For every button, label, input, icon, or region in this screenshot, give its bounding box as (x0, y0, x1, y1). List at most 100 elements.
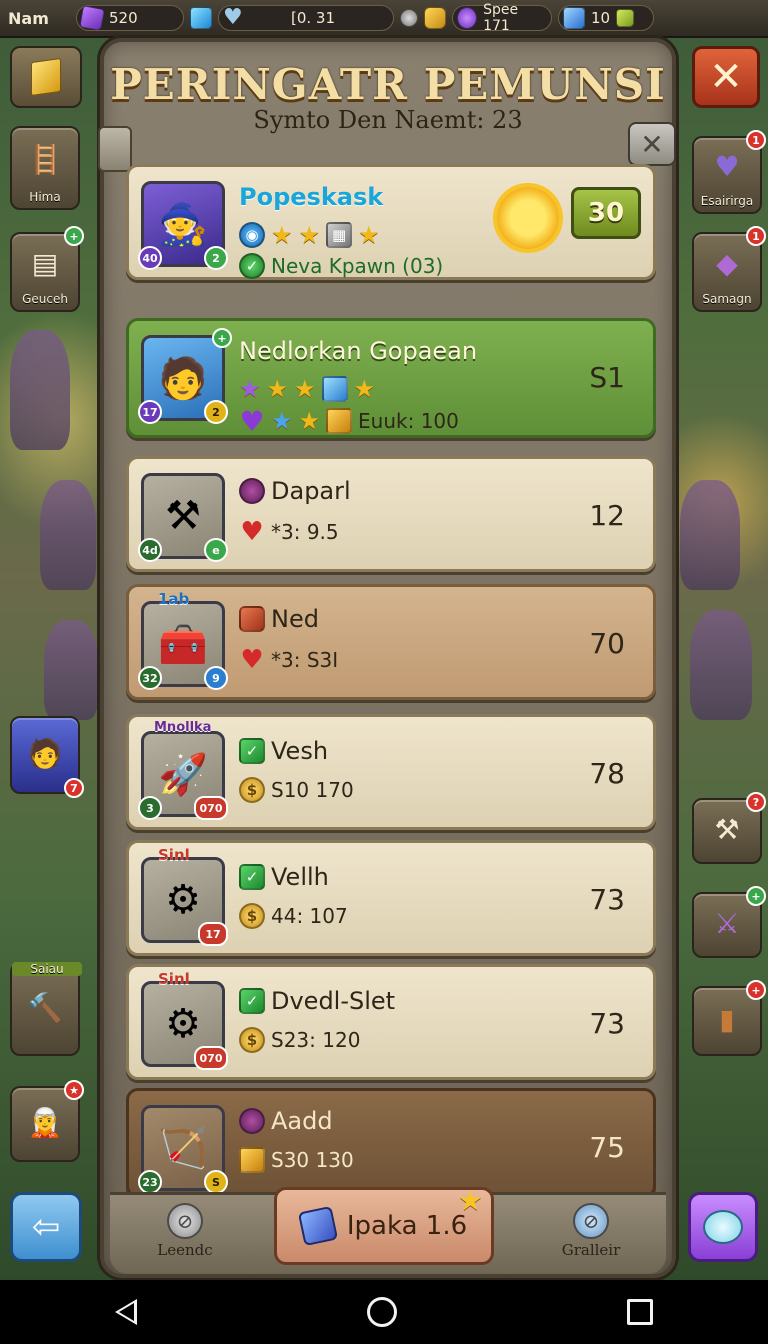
item-tag: Sinl (158, 846, 190, 864)
item-tag: Mnollka (154, 720, 212, 735)
gem-counter[interactable]: 520 (76, 5, 184, 31)
add-icon[interactable] (616, 9, 635, 27)
list-item[interactable]: Mnollka 🚀 3 070 ✓ Vesh $ S10 170 78 (126, 714, 656, 830)
panel-side-tab[interactable] (98, 126, 132, 172)
sidebar-button-barrel[interactable]: + ▮ (692, 980, 766, 1056)
list-item[interactable]: 🏹 23 S Aadd S30 130 75 (126, 1088, 656, 1198)
rank-badge: 9 (204, 666, 228, 690)
info-row: $ S10 170 (239, 777, 354, 803)
item-detail: Neva Kpawn (03) (271, 254, 444, 278)
enemy-figure (44, 620, 98, 720)
ladder-icon: 🪜 (27, 142, 63, 176)
gem-count: 520 (109, 9, 138, 27)
item-value: 12 (589, 499, 625, 532)
star-icon: ★ (271, 407, 293, 435)
chat-button[interactable] (688, 1192, 758, 1262)
sidebar-button-samagn[interactable]: 1 ◆ Samagn (692, 226, 766, 312)
list-item[interactable]: Sinl ⚙ 17 ✓ Vellh $ 44: 107 73 (126, 840, 656, 956)
enemy-figure (690, 610, 752, 720)
back-button[interactable]: ⇦ (10, 1192, 82, 1262)
sidebar-elf-portrait[interactable]: ★ 🧝 (10, 1080, 84, 1162)
add-badge: + (212, 328, 232, 348)
name-row: ✓ Dvedl-Slet (239, 987, 395, 1015)
hero-face-icon: 🧙 (158, 201, 208, 248)
name-row: Ned (239, 605, 319, 633)
gralleir-button[interactable]: ⊘ Gralleir (536, 1201, 646, 1267)
gold-bar-icon (31, 57, 61, 97)
sidebar-button-esairirga[interactable]: 1 ♥ Esairirga (692, 130, 766, 214)
nav-recents-icon[interactable] (627, 1299, 653, 1325)
item-name: Popeskask (239, 183, 384, 211)
gold-shop-button[interactable] (10, 46, 82, 108)
check-icon: ✓ (239, 738, 265, 764)
item-portrait: 1ab 🧰 32 9 (138, 590, 228, 690)
nav-back-icon[interactable] (115, 1299, 137, 1325)
sidebar-label: Geuceh (22, 292, 68, 306)
list-item[interactable]: ⚒ 4d e Daparl ♥ *3: 9.5 12 (126, 456, 656, 572)
info-row: ♥ *3: 9.5 (239, 517, 338, 547)
sidebar-button-sword[interactable]: + ⚔ (692, 886, 766, 958)
item-value[interactable]: 30 (571, 187, 641, 239)
notification-badge: + (746, 980, 766, 1000)
sidebar-button-saiau[interactable]: Saiau 🔨 (10, 962, 82, 1056)
check-icon: ✓ (239, 864, 265, 890)
sidebar-hero-portrait[interactable]: 7 🧑 (10, 716, 84, 798)
bolt-counter[interactable]: 10 (558, 5, 654, 31)
crossbow-icon: ⚙ (165, 877, 201, 923)
notification-badge: 1 (746, 226, 766, 246)
box-icon (326, 408, 353, 434)
nav-home-icon[interactable] (367, 1297, 397, 1327)
buy-label: Ipaka 1.6 (346, 1211, 468, 1241)
item-name: Daparl (271, 477, 351, 505)
name-row: Aadd (239, 1107, 333, 1135)
item-portrait: Sinl ⚙ 17 (141, 846, 228, 946)
bolt-count: 10 (591, 9, 611, 27)
list-item[interactable]: Sinl ⚙ 070 ✓ Dvedl-Slet $ S23: 120 73 (126, 964, 656, 1080)
list-item[interactable]: 🧙 40 2 Popeskask ◉ ★ ★ ▦ ★ ✓ Neva Kpawn … (126, 164, 656, 280)
buy-button[interactable]: Ipaka 1.6 ★ (274, 1184, 494, 1265)
hero-portrait: 🧑 17 2 + (138, 328, 232, 424)
star-icon: ★ (294, 375, 316, 403)
heart-counter[interactable]: ♥ [0. 31 (218, 5, 394, 31)
level-badge: 23 (138, 1170, 162, 1194)
panel-close-button[interactable]: ✕ (628, 122, 676, 166)
notification-badge: + (746, 886, 766, 906)
leendc-button[interactable]: ⊘ Leendc (130, 1201, 240, 1267)
item-detail: 44: 107 (271, 904, 348, 928)
item-portrait: Mnollka 🚀 3 070 (138, 720, 228, 820)
sidebar-label: Samagn (702, 292, 752, 306)
shield-icon (239, 606, 265, 632)
level-badge: 3 (138, 796, 162, 820)
anvil-icon: ▦ (326, 222, 353, 248)
cog-icon (239, 478, 265, 504)
settings-icon[interactable] (400, 9, 418, 27)
item-portrait: 🏹 23 S (138, 1105, 228, 1194)
upgrade-panel: PERINGATR PEMUNSI Symto Den Naemt: 23 ✕ … (98, 38, 676, 1278)
item-name: Vellh (271, 863, 329, 891)
notification-badge: + (64, 226, 84, 246)
sidebar-button-cannon[interactable]: ? ⚒ (692, 792, 766, 864)
chest-icon: ▤ (31, 246, 59, 280)
hammer-icon: ⚒ (165, 493, 201, 539)
item-name: Dvedl-Slet (271, 987, 396, 1015)
name-row: ✓ Vesh (239, 737, 328, 765)
sidebar-button-geuceh[interactable]: + ▤ Geuceh (10, 226, 84, 312)
star-icon: ★ (358, 221, 380, 249)
rating-row: ★ ★ ★ ★ (239, 375, 375, 403)
gold-shield-icon[interactable] (424, 7, 446, 29)
heart-gem-icon: ♥ (714, 149, 740, 183)
item-value: 78 (589, 757, 625, 790)
close-icon: ✕ (709, 54, 743, 100)
item-detail: S30 130 (271, 1148, 354, 1172)
energy-counter[interactable]: Spee 171 (452, 2, 552, 34)
hero-portrait-icon: 🧑 (27, 736, 63, 770)
no-entry-icon: ⊘ (167, 1203, 203, 1239)
sidebar-button-hima[interactable]: 🪜 Hima (10, 126, 80, 210)
list-item[interactable]: 1ab 🧰 32 9 Ned ♥ *3: S3I 70 (126, 584, 656, 700)
close-window-button[interactable]: ✕ (692, 46, 760, 108)
coin-icon: $ (239, 777, 265, 803)
list-item[interactable]: 🧑 17 2 + Nedlorkan Gopaean ★ ★ ★ ★ ♥ ★ ★… (126, 318, 656, 438)
blue-cube-icon[interactable] (190, 7, 212, 29)
close-icon: ✕ (640, 127, 664, 161)
rocket-icon: 🚀 (158, 751, 208, 798)
